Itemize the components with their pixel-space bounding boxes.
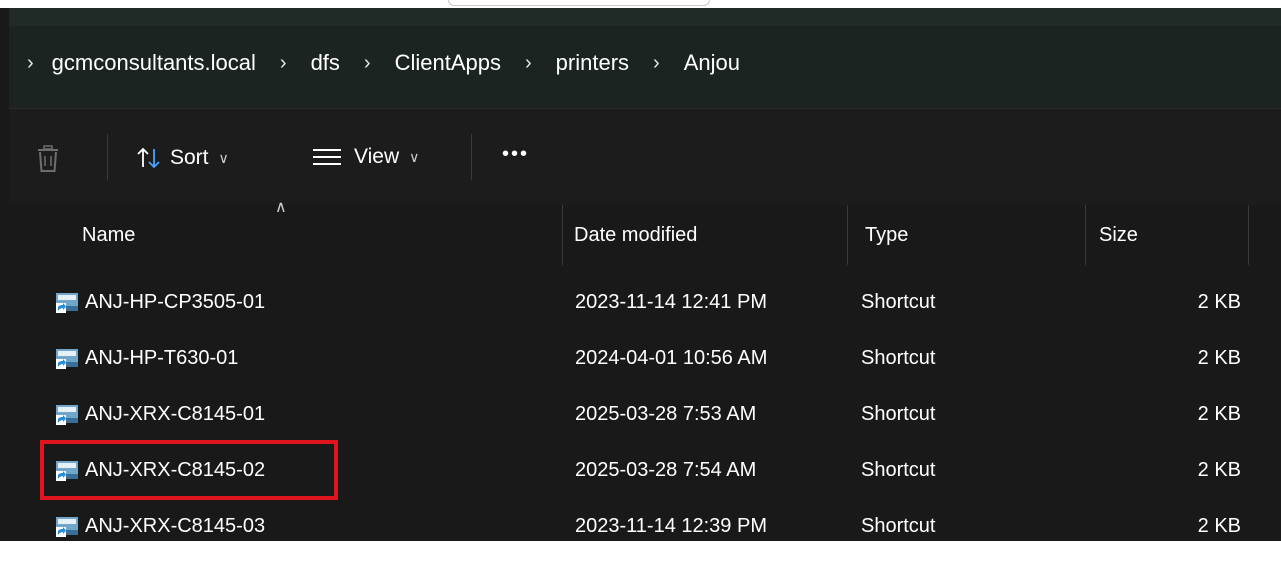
chevron-right-icon[interactable]: › [27,52,34,75]
address-bar[interactable]: › gcmconsultants.local › dfs › ClientApp… [9,8,1281,109]
chevron-right-icon[interactable]: › [525,52,532,75]
list-item[interactable]: ANJ-HP-CP3505-01 2023-11-14 12:41 PM Sho… [9,274,1281,330]
size-cell: 2 KB [1197,346,1241,369]
more-options-button[interactable]: ••• [502,143,529,166]
date-cell: 2023-11-14 12:41 PM [575,290,767,313]
column-header-size[interactable]: Size [1086,205,1248,265]
divider [107,134,108,180]
chevron-down-icon: ∨ [409,148,420,165]
command-bar: Sort ∨ View ∨ ••• [9,109,1281,206]
view-lines-icon [313,149,341,165]
chevron-right-icon[interactable]: › [653,52,660,75]
sort-label: Sort [170,146,209,169]
breadcrumb-item-domain[interactable]: gcmconsultants.local [52,50,256,76]
breadcrumb-item-dfs[interactable]: dfs [311,50,340,76]
size-cell: 2 KB [1197,290,1241,313]
column-divider[interactable] [1248,205,1249,265]
highlight-box [40,440,338,500]
date-cell: 2025-03-28 7:53 AM [575,402,757,425]
list-item[interactable]: ANJ-HP-T630-01 2024-04-01 10:56 AM Short… [9,330,1281,386]
breadcrumb-item-printers[interactable]: printers [556,50,629,76]
type-cell: Shortcut [861,458,936,481]
breadcrumb: › gcmconsultants.local › dfs › ClientApp… [9,48,740,78]
bottom-margin [0,541,1281,562]
file-name-cell: ANJ-HP-CP3505-01 [55,274,265,330]
list-item[interactable]: ANJ-XRX-C8145-01 2025-03-28 7:53 AM Shor… [9,386,1281,442]
titlebar-area [9,8,1281,26]
chevron-right-icon[interactable]: › [364,52,371,75]
list-item[interactable]: ANJ-XRX-C8145-03 2023-11-14 12:39 PM Sho… [9,498,1281,541]
size-cell: 2 KB [1197,458,1241,481]
column-header-name[interactable]: Name ∧ [9,199,562,265]
column-header-date[interactable]: Date modified [563,205,847,265]
sort-button[interactable]: Sort ∨ [136,145,229,171]
date-cell: 2025-03-28 7:54 AM [575,458,757,481]
divider [471,134,472,180]
breadcrumb-item-anjou[interactable]: Anjou [684,50,740,76]
tab-outline [448,0,710,6]
trash-icon [38,145,58,172]
type-cell: Shortcut [861,514,936,537]
chevron-down-icon: ∨ [218,149,229,166]
printer-shortcut-icon [56,349,78,369]
breadcrumb-item-clientapps[interactable]: ClientApps [395,50,501,76]
delete-button[interactable] [35,145,61,173]
date-cell: 2023-11-14 12:39 PM [575,514,767,537]
column-header-type[interactable]: Type [848,205,1085,265]
type-cell: Shortcut [861,346,936,369]
view-label: View [354,145,400,168]
date-cell: 2024-04-01 10:56 AM [575,346,768,369]
type-cell: Shortcut [861,402,936,425]
type-cell: Shortcut [861,290,936,313]
top-margin [0,0,1281,8]
more-dots-icon: ••• [502,143,530,165]
printer-shortcut-icon [56,405,78,425]
printer-shortcut-icon [56,517,78,537]
sort-up-icon: ∧ [275,199,287,216]
size-cell: 2 KB [1197,514,1241,537]
file-name-cell: ANJ-XRX-C8145-03 [55,498,265,541]
chevron-right-icon[interactable]: › [280,52,287,75]
printer-shortcut-icon [56,293,78,313]
file-name-cell: ANJ-HP-T630-01 [55,330,238,386]
size-cell: 2 KB [1197,402,1241,425]
view-button[interactable]: View ∨ [312,145,419,169]
file-name-cell: ANJ-XRX-C8145-01 [55,386,265,442]
file-explorer-window: › gcmconsultants.local › dfs › ClientApp… [0,8,1281,541]
sort-arrows-icon [137,147,160,169]
